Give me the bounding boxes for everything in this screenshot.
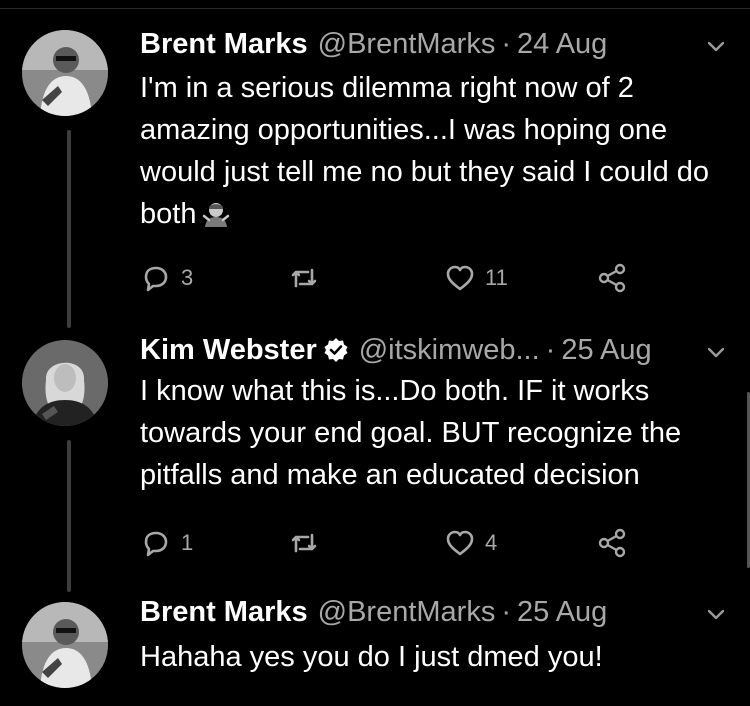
like-button[interactable]: 4 [444,525,497,561]
avatar-brent-marks[interactable] [22,602,108,688]
tweet-text: Hahaha yes you do I just dmed you! [140,636,730,678]
thread-line [67,130,71,328]
tweet-text-content: I know what this is...Do both. IF it wor… [140,375,682,491]
reply-button[interactable]: 1 [140,525,193,561]
tweet-timestamp[interactable]: 24 Aug [517,28,607,61]
separator-dot: · [501,595,511,628]
like-count: 4 [485,530,498,555]
like-button[interactable]: 11 [444,260,508,296]
heart-icon [444,527,476,559]
retweet-button[interactable] [288,260,329,296]
share-button[interactable] [596,525,628,561]
tweet-text: I'm in a serious dilemma right now of 2 … [140,67,730,235]
chevron-down-icon[interactable] [704,340,728,364]
reply-icon [140,262,172,294]
reply-icon [140,527,172,559]
separator-dot: · [501,27,511,60]
tweet-actions: 1 4 [140,525,660,561]
author-name[interactable]: Brent Marks [140,596,308,629]
separator-dot: · [545,333,556,366]
tweet-header: Kim Webster @itskimweb... · 25 Aug [140,330,652,370]
tweet-text-content: Hahaha yes you do I just dmed you! [140,641,603,673]
heart-icon [444,262,476,294]
retweet-icon [288,527,320,559]
like-count: 11 [485,265,508,290]
author-handle[interactable]: @itskimweb... [359,334,540,367]
chevron-down-icon[interactable] [704,602,728,626]
share-button[interactable] [596,260,628,296]
reply-count: 3 [181,265,194,290]
thread-line [67,440,71,592]
reply-button[interactable]: 3 [140,260,193,296]
retweet-icon [288,262,320,294]
tweet-actions: 3 11 [140,260,660,296]
tweet-header: Brent Marks @BrentMarks · 24 Aug [140,24,607,64]
share-icon [596,527,628,559]
reply-count: 1 [181,530,194,555]
author-handle[interactable]: @BrentMarks [318,596,496,629]
avatar-kim-webster[interactable] [22,340,108,426]
person-shrugging-emoji-icon [202,200,230,228]
tweet-text: I know what this is...Do both. IF it wor… [140,370,730,496]
top-divider [0,8,750,9]
author-name[interactable]: Brent Marks [140,28,308,61]
tweet-timestamp[interactable]: 25 Aug [517,596,607,629]
chevron-down-icon[interactable] [704,34,728,58]
author-handle[interactable]: @BrentMarks [318,28,496,61]
share-icon [596,262,628,294]
author-name[interactable]: Kim Webster [140,334,317,367]
avatar-brent-marks[interactable] [22,30,108,116]
tweet-timestamp[interactable]: 25 Aug [561,334,651,367]
tweet-header: Brent Marks @BrentMarks · 25 Aug [140,592,607,632]
verified-badge-icon [323,337,349,363]
retweet-button[interactable] [288,525,329,561]
